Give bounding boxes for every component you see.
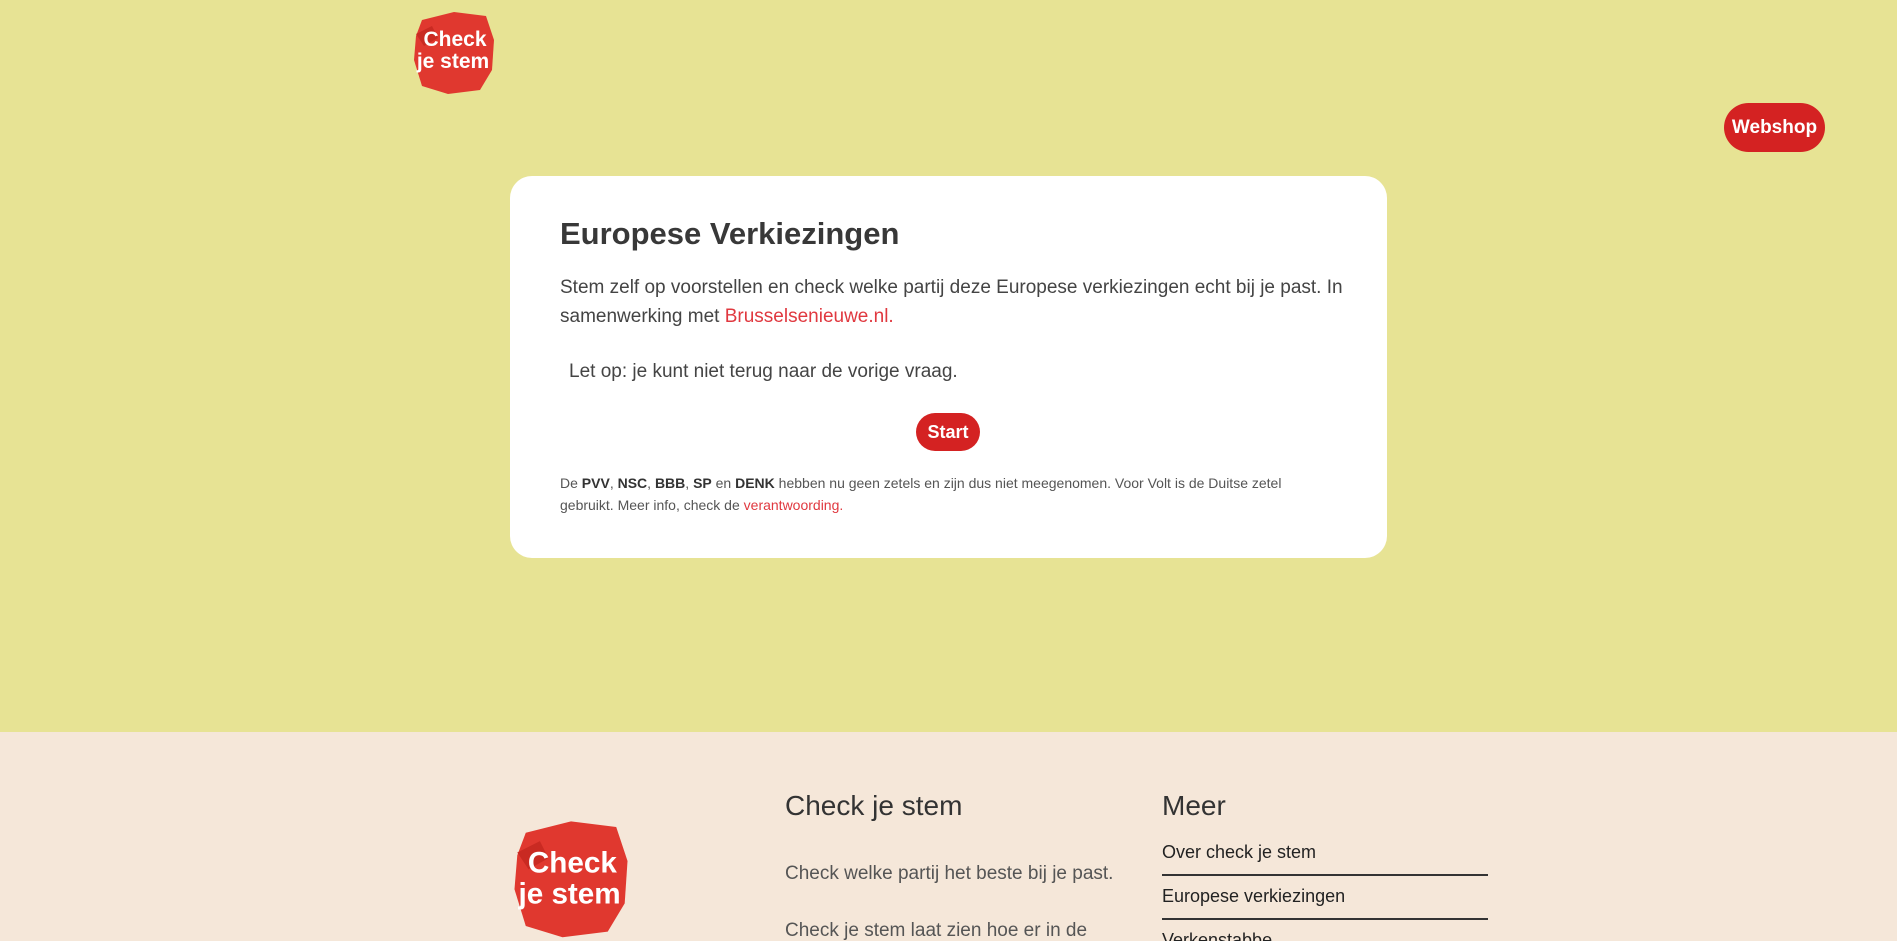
webshop-button[interactable]: Webshop [1724,103,1825,152]
footer-col2-title: Meer [1162,790,1226,821]
party-denk: DENK [735,475,775,491]
partner-link[interactable]: Brusselsenieuwe.nl. [725,306,894,327]
party-nsc: NSC [617,475,648,491]
footer-link-third[interactable]: Verkenstabbe [1162,920,1488,941]
note-sep: , [685,475,694,491]
warning-text: Let op: je kunt niet terug naar de vorig… [569,361,958,382]
footer-logo[interactable]: Check je stem [506,812,636,941]
party-pvv: PVV [581,475,610,491]
footer-col1-line2: Check je stem laat zien hoe er in de [785,920,1088,941]
footer-col1-title: Check je stem [785,790,963,821]
footer-link-europese-verkiezingen[interactable]: Europese verkiezingen [1162,876,1488,920]
page-title: Europese Verkiezingen [560,216,900,251]
party-sp: SP [693,475,712,491]
site-logo[interactable]: Check je stem [408,6,500,96]
disclaimer-note: De PVV, NSC, BBB, SP en DENK hebben nu g… [560,472,1320,516]
note-sep: , [609,475,618,491]
note-prefix: De [560,475,582,491]
start-button[interactable]: Start [916,413,980,451]
note-sep: , [647,475,655,491]
footer-link-over[interactable]: Over check je stem [1162,832,1488,876]
logo-text-line1: Check [423,28,486,51]
footer-logo-text-line2: je stem [517,877,620,910]
footer: Check je stem Check je stem Check welke … [0,732,1897,941]
intro-card: Europese Verkiezingen Stem zelf op voors… [510,176,1387,558]
footer-logo-text-line1: Check [528,846,618,879]
note-sep: en [711,475,736,491]
logo-text-line2: je stem [416,50,489,73]
intro-text: Stem zelf op voorstellen en check welke … [560,273,1350,331]
footer-col1-line1: Check welke partij het beste bij je past… [785,863,1114,884]
party-bbb: BBB [654,475,686,491]
verantwoording-link[interactable]: verantwoording. [744,497,844,513]
hero-section: Check je stem Webshop Europese Verkiezin… [0,0,1897,732]
intro-text-body: Stem zelf op voorstellen en check welke … [560,277,1343,327]
